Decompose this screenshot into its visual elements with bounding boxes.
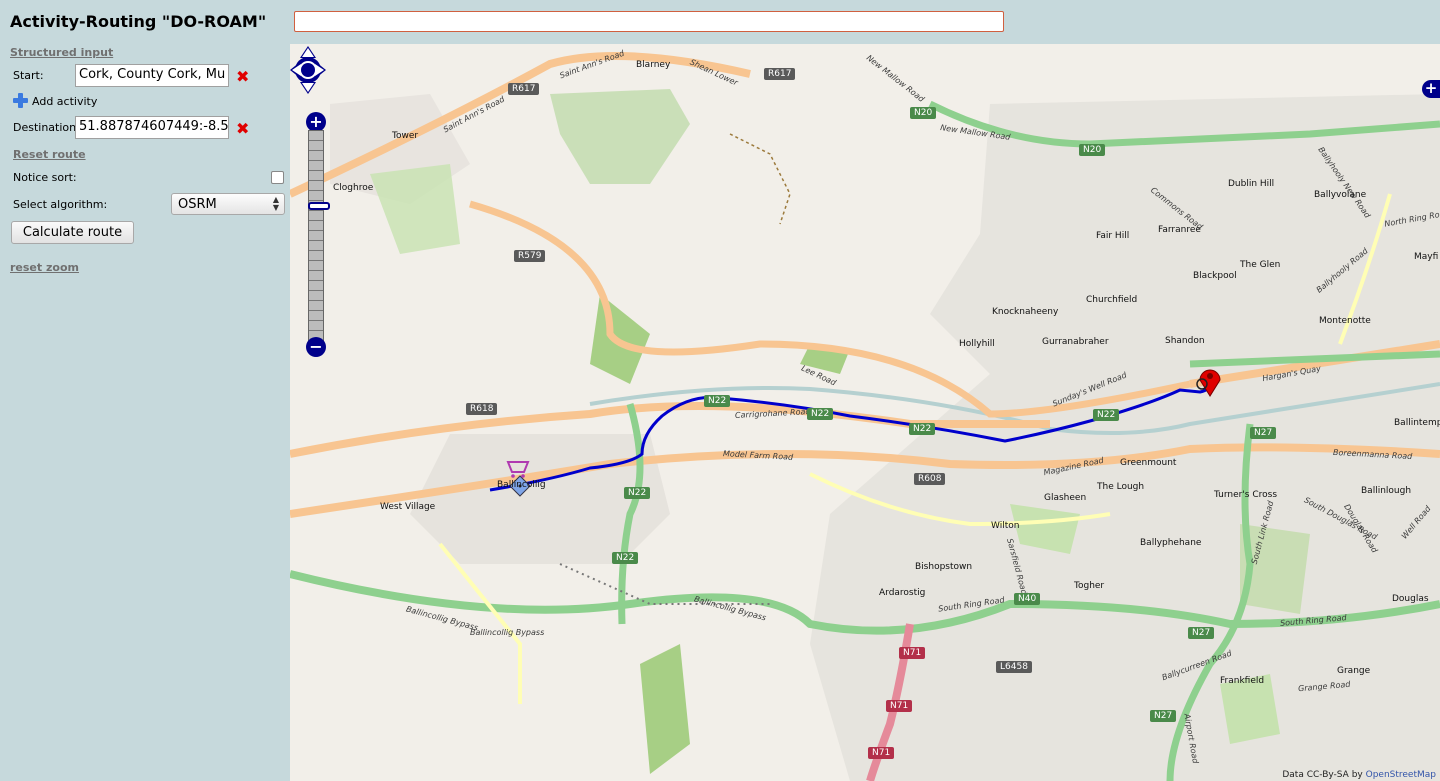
zoom-in-button[interactable]: + bbox=[306, 112, 326, 132]
reset-zoom-link[interactable]: reset zoom bbox=[10, 261, 79, 274]
place-label: Cloghroe bbox=[333, 183, 374, 193]
road-shield: R608 bbox=[914, 473, 946, 485]
road-shield: N20 bbox=[910, 107, 937, 119]
place-label: Grange bbox=[1337, 666, 1371, 676]
place-label: Montenotte bbox=[1319, 316, 1371, 326]
attribution-text: Data CC-By-SA by bbox=[1282, 770, 1363, 780]
place-label: Ardarostig bbox=[879, 588, 926, 598]
algorithm-selected-value: OSRM bbox=[178, 197, 217, 212]
road-shield: N27 bbox=[1250, 427, 1277, 439]
openstreetmap-link[interactable]: OpenStreetMap bbox=[1366, 770, 1436, 780]
place-label: Tower bbox=[392, 131, 419, 141]
add-activity-icon[interactable] bbox=[13, 93, 28, 108]
map-canvas bbox=[290, 52, 1440, 781]
destination-field[interactable]: 51.887874607449:-8.58 bbox=[75, 116, 229, 139]
place-label: Fair Hill bbox=[1096, 231, 1130, 241]
road-shield: N22 bbox=[624, 487, 651, 499]
calculate-route-button[interactable]: Calculate route bbox=[11, 221, 134, 244]
road-shield: N22 bbox=[704, 395, 731, 407]
place-label: Ballincollig bbox=[497, 480, 546, 490]
zoom-out-button[interactable]: − bbox=[306, 337, 326, 357]
destination-label: Destination: bbox=[13, 121, 80, 134]
place-label: Blarney bbox=[636, 60, 671, 70]
start-field[interactable]: Cork, County Cork, Mu bbox=[75, 64, 229, 87]
structured-input-link[interactable]: Structured input bbox=[10, 46, 113, 59]
place-label: Mayfi bbox=[1414, 252, 1439, 262]
place-label: Frankfield bbox=[1220, 676, 1265, 686]
road-shield: N22 bbox=[807, 408, 834, 420]
map-view[interactable]: Blarney Tower Cloghroe Dublin Hill Ballyvola… bbox=[290, 44, 1440, 781]
place-label: The Glen bbox=[1240, 260, 1281, 270]
road-shield: N71 bbox=[886, 700, 913, 712]
place-label: Ballinlough bbox=[1361, 486, 1412, 496]
road-label: Ballincollig Bypass bbox=[470, 628, 545, 637]
sidebar: Structured input Start: Cork, County Cor… bbox=[0, 44, 290, 781]
place-label: Hollyhill bbox=[959, 339, 995, 349]
notice-sort-checkbox[interactable] bbox=[271, 171, 284, 184]
place-label: Ballintempl bbox=[1394, 418, 1440, 428]
zoom-slider-handle[interactable] bbox=[308, 202, 330, 210]
road-shield: N27 bbox=[1188, 627, 1215, 639]
map-attribution: Data CC-By-SA by OpenStreetMap bbox=[1282, 770, 1436, 780]
place-label: Churchfield bbox=[1086, 295, 1138, 305]
place-label: The Lough bbox=[1097, 482, 1145, 492]
select-algorithm-label: Select algorithm: bbox=[13, 198, 108, 211]
road-shield: N20 bbox=[1079, 144, 1106, 156]
place-label: Turner's Cross bbox=[1214, 490, 1278, 500]
road-shield: L6458 bbox=[996, 661, 1032, 673]
remove-start-icon[interactable]: ✖ bbox=[236, 67, 249, 86]
place-label: Knocknaheeny bbox=[992, 307, 1059, 317]
search-input[interactable] bbox=[294, 11, 1004, 32]
road-shield: N40 bbox=[1014, 593, 1041, 605]
layer-switcher-button[interactable]: + bbox=[1422, 80, 1440, 98]
place-label: Glasheen bbox=[1044, 493, 1087, 503]
road-shield: R618 bbox=[466, 403, 498, 415]
place-label: Shandon bbox=[1165, 336, 1205, 346]
place-label: Dublin Hill bbox=[1228, 179, 1275, 189]
place-label: West Village bbox=[380, 502, 436, 512]
place-label: Bishopstown bbox=[915, 562, 973, 572]
place-label: Greenmount bbox=[1120, 458, 1177, 468]
place-label: Blackpool bbox=[1193, 271, 1237, 281]
remove-destination-icon[interactable]: ✖ bbox=[236, 119, 249, 138]
road-shield: R617 bbox=[508, 83, 540, 95]
road-shield: N22 bbox=[1093, 409, 1120, 421]
road-shield: N27 bbox=[1150, 710, 1177, 722]
place-label: Ballyphehane bbox=[1140, 538, 1202, 548]
place-label: Gurranabraher bbox=[1042, 337, 1109, 347]
road-shield: N22 bbox=[909, 423, 936, 435]
place-label: Wilton bbox=[991, 521, 1020, 531]
road-shield: N71 bbox=[899, 647, 926, 659]
zoom-bar: + − bbox=[306, 112, 330, 357]
notice-sort-label: Notice sort: bbox=[13, 171, 77, 184]
zoom-slider-track[interactable] bbox=[308, 130, 330, 342]
reset-route-link[interactable]: Reset route bbox=[13, 148, 86, 161]
page-title: Activity-Routing "DO-ROAM" bbox=[10, 12, 267, 31]
road-shield: N71 bbox=[868, 747, 895, 759]
road-shield: R617 bbox=[764, 68, 796, 80]
place-label: Douglas bbox=[1392, 594, 1429, 604]
road-shield: N22 bbox=[612, 552, 639, 564]
place-label: Togher bbox=[1074, 581, 1105, 591]
pan-control[interactable] bbox=[290, 44, 326, 96]
select-arrows-icon: ▲ ▼ bbox=[272, 195, 279, 212]
algorithm-select[interactable]: OSRM ▲ ▼ bbox=[171, 193, 285, 215]
add-activity-link[interactable]: Add activity bbox=[32, 95, 97, 108]
road-shield: R579 bbox=[514, 250, 546, 262]
start-label: Start: bbox=[13, 69, 44, 82]
